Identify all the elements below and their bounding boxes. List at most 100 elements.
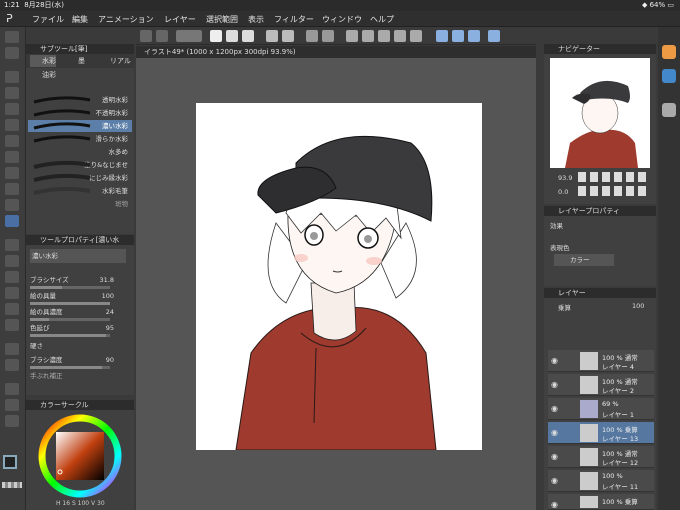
- balloon-icon[interactable]: [5, 399, 19, 411]
- layer-row[interactable]: ◉ 100 % 通常 レイヤー 4: [548, 350, 654, 372]
- symmetry-icon[interactable]: [488, 30, 500, 42]
- menu-layer[interactable]: レイヤー: [164, 14, 196, 25]
- decoration-icon[interactable]: [5, 239, 19, 251]
- brush-paint-blend[interactable]: 塗り&なじませ: [28, 159, 132, 171]
- redo-icon[interactable]: [282, 30, 294, 42]
- eraser-tool-icon[interactable]: [5, 255, 19, 267]
- move-tool-icon[interactable]: [5, 31, 19, 43]
- tab-watercolor[interactable]: 水彩: [30, 55, 56, 67]
- brush-misc[interactable]: 斑物: [28, 198, 132, 210]
- document-tab[interactable]: イラスト49* (1000 x 1200px 300dpi 93.9%): [136, 46, 536, 58]
- fill-icon[interactable]: [410, 30, 422, 42]
- transform-icon[interactable]: [322, 30, 334, 42]
- layout-icon[interactable]: [156, 30, 168, 42]
- tab-ink[interactable]: 墨: [66, 55, 85, 67]
- brush-density-row[interactable]: ブラシ濃度 90: [30, 355, 132, 369]
- snap-icon[interactable]: [452, 30, 464, 42]
- eraser-icon[interactable]: [378, 30, 390, 42]
- tab-oil[interactable]: 油彩: [30, 70, 56, 80]
- stabilization-row[interactable]: 手ぶれ補正: [30, 371, 132, 381]
- canvas-paper[interactable]: [196, 103, 482, 451]
- fill-tool-icon[interactable]: [5, 287, 19, 299]
- menu-window[interactable]: ウィンドウ: [322, 14, 362, 25]
- app-mode-icon[interactable]: [176, 30, 202, 42]
- blend-mode-select[interactable]: 乗算: [558, 302, 571, 312]
- brush-smooth-watercolor[interactable]: 滑らか水彩: [28, 133, 132, 145]
- brush-size-row[interactable]: ブラシサイズ 31.8: [30, 275, 132, 289]
- select-all-icon[interactable]: [346, 30, 358, 42]
- correct-line-icon[interactable]: [5, 415, 19, 427]
- main-color-swatch[interactable]: [3, 455, 17, 469]
- perspective-icon[interactable]: [468, 30, 480, 42]
- menu-filter[interactable]: フィルター: [274, 14, 314, 25]
- menu-edit[interactable]: 編集: [72, 14, 88, 25]
- auto-select-icon[interactable]: [5, 135, 19, 147]
- material-icon[interactable]: [662, 103, 676, 117]
- blend-icon[interactable]: [5, 271, 19, 283]
- figure-icon[interactable]: [5, 319, 19, 331]
- layer-row[interactable]: ◉ 69 % レイヤー 1: [548, 398, 654, 420]
- eye-icon[interactable]: ◉: [551, 476, 561, 485]
- crop-icon[interactable]: [394, 30, 406, 42]
- color-history-icon[interactable]: [662, 69, 676, 83]
- brush-thick-watercolor[interactable]: 濃い水彩: [28, 120, 132, 132]
- frame-icon[interactable]: [5, 343, 19, 355]
- brush-icon[interactable]: [5, 215, 19, 227]
- open-file-icon[interactable]: [226, 30, 238, 42]
- paint-amount-row[interactable]: 絵の具量 100: [30, 291, 132, 305]
- eyedropper-icon[interactable]: [5, 151, 19, 163]
- paint-density-row[interactable]: 絵の具濃度 24: [30, 307, 132, 321]
- undo-icon[interactable]: [266, 30, 278, 42]
- navigator-zoom-value[interactable]: 93.9: [558, 174, 572, 182]
- navigator-preview[interactable]: [550, 58, 650, 168]
- selection-tool-icon[interactable]: [5, 103, 19, 115]
- clear-icon[interactable]: [306, 30, 318, 42]
- color-stretch-row[interactable]: 色延び 95: [30, 323, 132, 337]
- color-wheel[interactable]: [36, 414, 124, 498]
- brush-opaque-watercolor[interactable]: 不透明水彩: [28, 107, 132, 119]
- eye-icon[interactable]: ◉: [551, 404, 561, 413]
- hardness-row[interactable]: 硬さ: [30, 341, 132, 351]
- color-set-icon[interactable]: [662, 45, 676, 59]
- zoom-tool-icon[interactable]: [5, 47, 19, 59]
- new-file-icon[interactable]: [210, 30, 222, 42]
- transparent-color-swatch[interactable]: [2, 482, 22, 488]
- ruler-tool-icon[interactable]: [5, 359, 19, 371]
- eye-icon[interactable]: ◉: [551, 428, 561, 437]
- layer-row[interactable]: ◉ 100 % 乗算: [548, 494, 654, 510]
- menu-selection[interactable]: 選択範囲: [206, 14, 238, 25]
- gradient-icon[interactable]: [5, 303, 19, 315]
- eye-icon[interactable]: ◉: [551, 452, 561, 461]
- menu-view[interactable]: 表示: [248, 14, 264, 25]
- pencil-icon[interactable]: [5, 183, 19, 195]
- app-logo-icon[interactable]: ᕈ: [6, 12, 13, 25]
- brush-transparent-watercolor[interactable]: 透明水彩: [28, 94, 132, 106]
- rotate-controls[interactable]: [578, 186, 648, 196]
- grid-icon[interactable]: [140, 30, 152, 42]
- opacity-value[interactable]: 100: [632, 302, 644, 310]
- deselect-icon[interactable]: [362, 30, 374, 42]
- layer-row[interactable]: ◉ 100 % 通常 レイヤー 12: [548, 446, 654, 468]
- layer-row[interactable]: ◉ 100 % 通常 レイヤー 2: [548, 374, 654, 396]
- zoom-controls[interactable]: [578, 172, 648, 182]
- menu-file[interactable]: ファイル: [32, 14, 64, 25]
- brush-watercolor-hair[interactable]: 水彩毛筆: [28, 185, 132, 197]
- eye-icon[interactable]: ◉: [551, 356, 561, 365]
- airbrush-icon[interactable]: [5, 199, 19, 211]
- pen-icon[interactable]: [5, 167, 19, 179]
- save-icon[interactable]: [242, 30, 254, 42]
- tab-real[interactable]: リアル: [98, 55, 131, 67]
- brush-wet[interactable]: 水多め: [28, 146, 132, 158]
- text-tool-icon[interactable]: [5, 383, 19, 395]
- navigator-rotate-value[interactable]: 0.0: [558, 188, 568, 196]
- eye-icon[interactable]: ◉: [551, 500, 561, 509]
- brush-bleed-edge[interactable]: にじみ縁水彩: [28, 172, 132, 184]
- operation-tool-icon[interactable]: [5, 71, 19, 83]
- ruler-icon[interactable]: [436, 30, 448, 42]
- express-color-select[interactable]: カラー: [554, 254, 614, 266]
- layer-move-icon[interactable]: [5, 87, 19, 99]
- eye-icon[interactable]: ◉: [551, 380, 561, 389]
- menu-animation[interactable]: アニメーション: [98, 14, 154, 25]
- menu-help[interactable]: ヘルプ: [370, 14, 394, 25]
- layer-row-selected[interactable]: ◉ 100 % 乗算 レイヤー 13: [548, 422, 654, 444]
